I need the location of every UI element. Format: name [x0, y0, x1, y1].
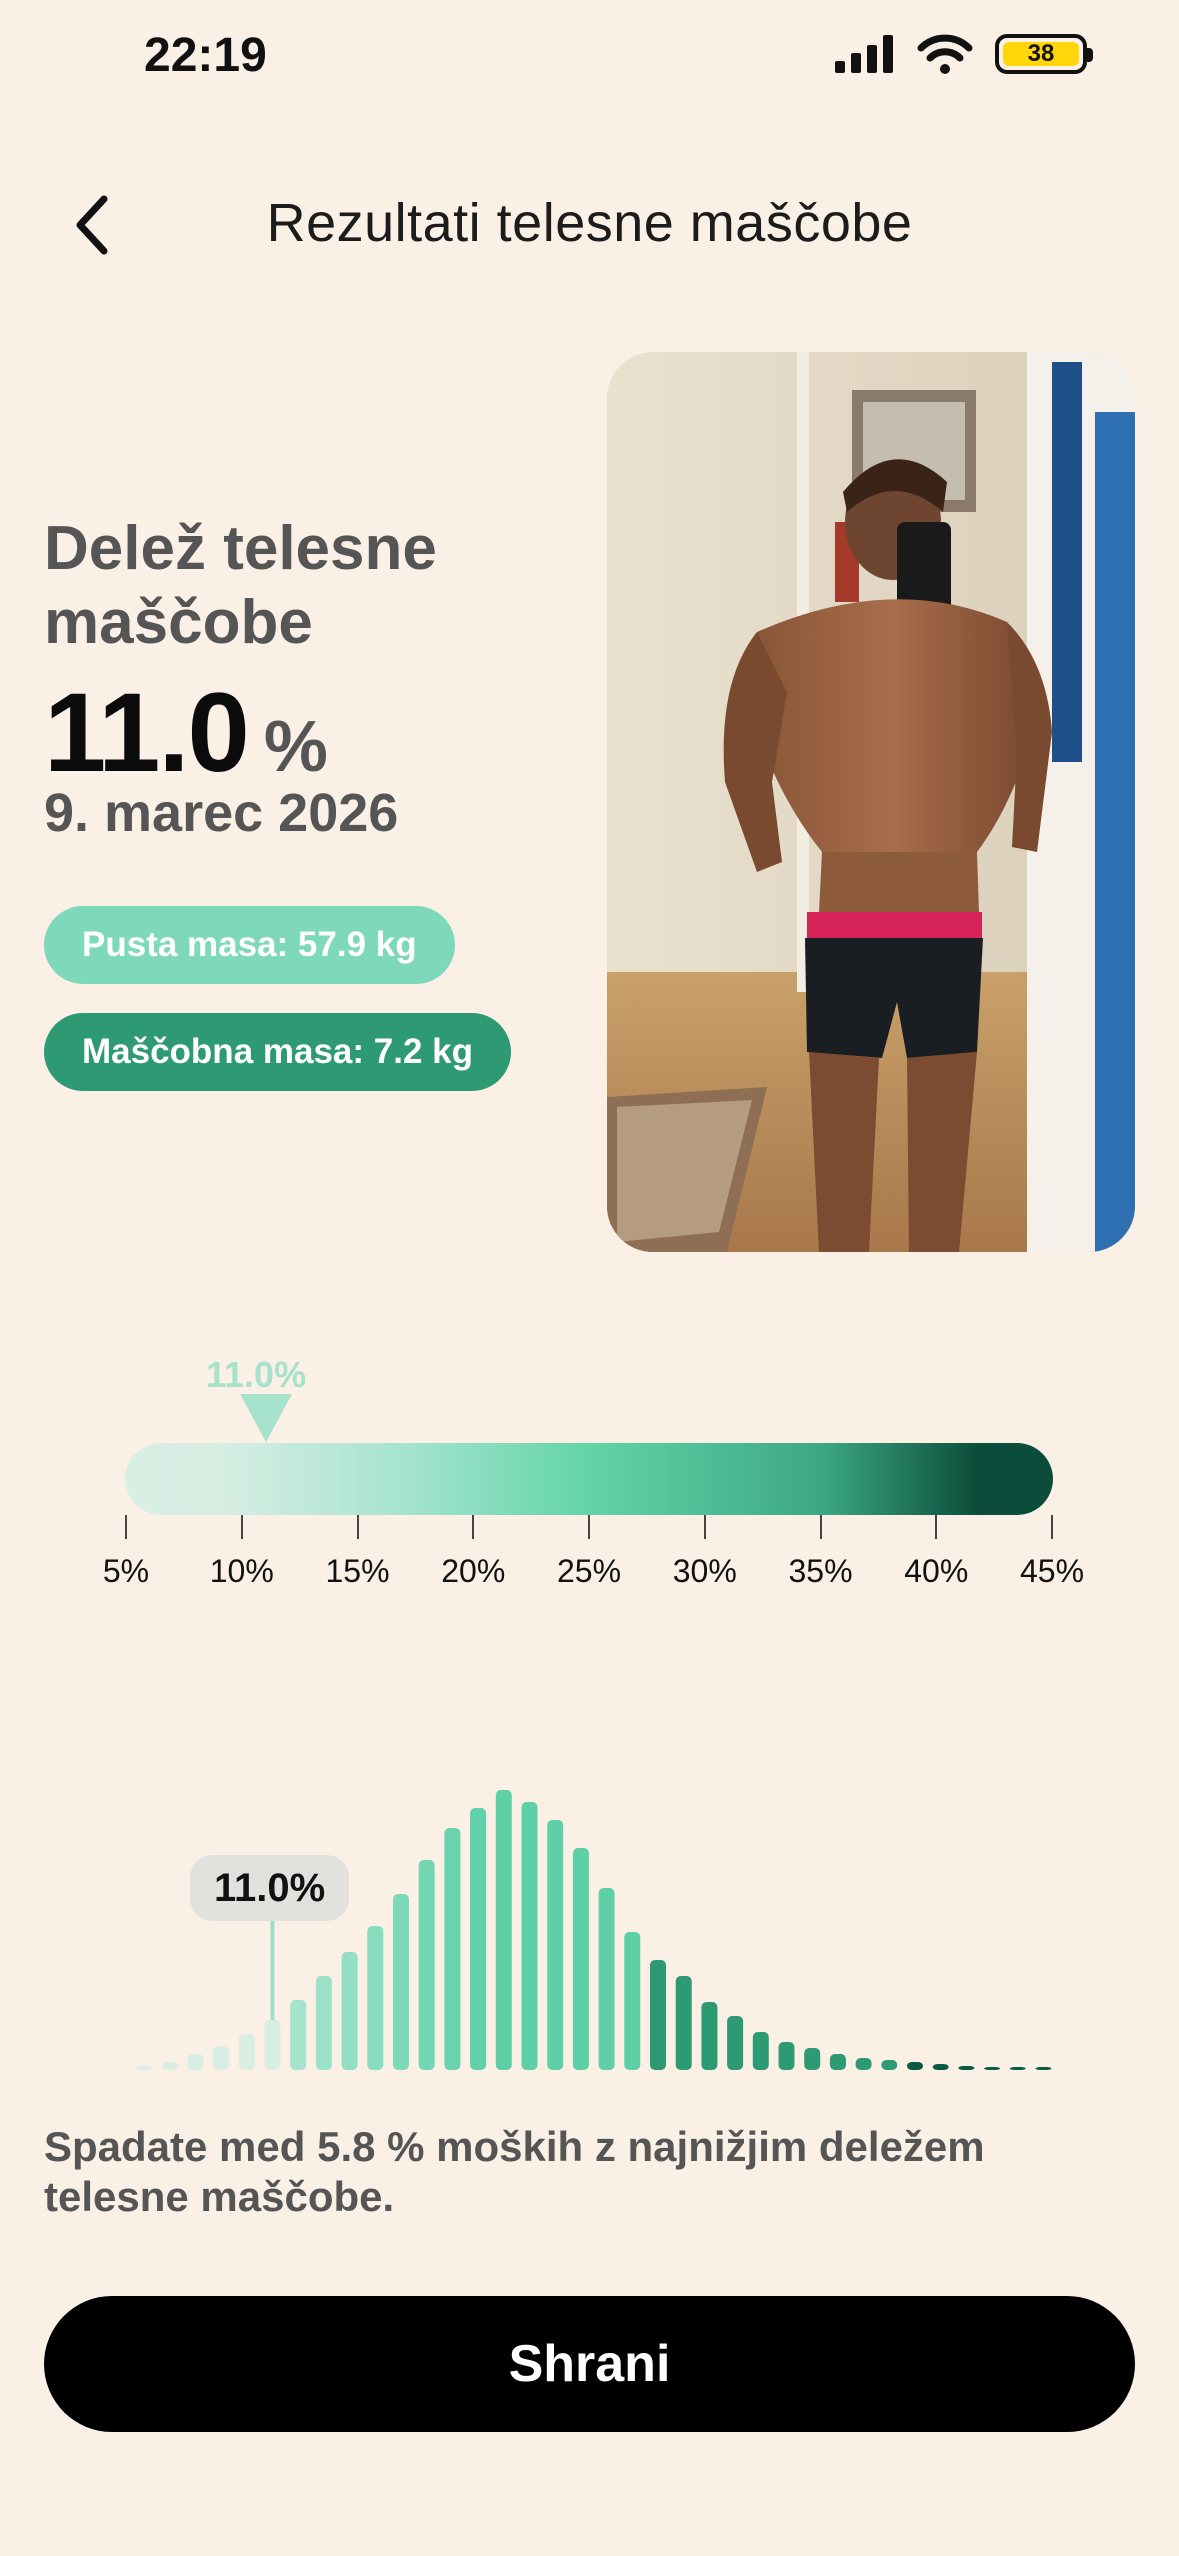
- histogram-bar: [495, 1790, 512, 2070]
- histogram-bar: [315, 1976, 332, 2070]
- histogram-bar: [161, 2062, 178, 2070]
- scale-tick-label: 5%: [102, 1553, 150, 1589]
- histogram-bar: [470, 1808, 487, 2070]
- body-fat-scale-bar: [125, 1443, 1053, 1515]
- histogram-bar: [213, 2046, 230, 2070]
- histogram-bar: [238, 2034, 255, 2070]
- scale-tick: [588, 1515, 590, 1539]
- status-icons: 38: [835, 34, 1093, 74]
- histogram-bar: [778, 2042, 795, 2070]
- scale-tick-label: 35%: [788, 1553, 853, 1589]
- histogram-bar: [727, 2016, 744, 2070]
- histogram-bar: [264, 2020, 281, 2070]
- histogram-bar: [881, 2060, 898, 2070]
- histogram-bar: [572, 1848, 589, 2070]
- result-label: Delež telesne maščobe: [44, 514, 437, 657]
- body-photo: [607, 352, 1135, 1252]
- histogram-bar: [804, 2048, 821, 2070]
- histogram-bar: [907, 2062, 923, 2070]
- fat-mass-badge: Maščobna masa: 7.2 kg: [44, 1013, 511, 1091]
- body-fat-value: 11.0: [44, 670, 250, 795]
- scale-tick-label: 40%: [904, 1553, 969, 1589]
- scale-tick: [240, 1515, 243, 1539]
- histogram-bar: [393, 1894, 409, 2070]
- histogram-marker-label: 11.0%: [190, 1855, 350, 1921]
- scale-tick: [703, 1515, 706, 1539]
- battery-icon: 38: [995, 34, 1093, 74]
- histogram-bar: [855, 2058, 872, 2070]
- histogram-bar: [136, 2066, 152, 2070]
- status-time: 22:19: [144, 29, 267, 82]
- histogram-bar: [829, 2054, 846, 2070]
- histogram-bar: [598, 1888, 615, 2070]
- lean-mass-badge: Pusta masa: 57.9 kg: [44, 906, 455, 984]
- histogram-bar: [418, 1860, 435, 2070]
- histogram-bar: [187, 2054, 204, 2070]
- histogram-bar: [547, 1820, 564, 2070]
- histogram-bar: [1009, 2067, 1026, 2070]
- histogram-bar: [932, 2064, 949, 2070]
- percentile-description: Spadate med 5.8 % moških z najnižjim del…: [44, 2123, 985, 2220]
- scale-tick: [472, 1515, 475, 1539]
- scale-tick-label: 25%: [556, 1553, 622, 1589]
- page-title: Rezultati telesne maščobe: [266, 193, 913, 253]
- histogram-bar: [984, 2067, 1001, 2070]
- save-button[interactable]: Shrani: [44, 2296, 1135, 2432]
- scale-tick-label: 30%: [672, 1553, 737, 1589]
- distribution-histogram: [136, 1790, 1052, 2070]
- scale-tick-label: 20%: [441, 1553, 506, 1589]
- histogram-bar: [650, 1960, 666, 2070]
- histogram-bar: [341, 1952, 358, 2070]
- result-date: 9. marec 2026: [44, 783, 399, 843]
- body-fat-unit: %: [263, 707, 328, 787]
- histogram-bar: [1035, 2067, 1052, 2070]
- histogram-bar: [958, 2066, 975, 2070]
- scale-tick-label: 10%: [209, 1553, 274, 1589]
- histogram-bar: [701, 2002, 718, 2070]
- histogram-bar: [752, 2032, 769, 2070]
- battery-level: 38: [1003, 40, 1079, 67]
- histogram-bar: [290, 2000, 307, 2070]
- scale-tick-label: 45%: [1019, 1553, 1085, 1589]
- scale-tick: [935, 1515, 938, 1539]
- scale-marker-label: 11.0%: [206, 1354, 307, 1395]
- scale-tick: [819, 1515, 822, 1539]
- signal-icon: [835, 35, 893, 73]
- scale-tick: [125, 1515, 127, 1539]
- result-value-row: 11.0 %: [44, 668, 328, 797]
- scale-tick: [1051, 1515, 1053, 1539]
- histogram-bar: [444, 1828, 461, 2070]
- scale-tick: [356, 1515, 359, 1539]
- histogram-bar: [521, 1802, 538, 2070]
- histogram-bar: [367, 1926, 384, 2070]
- scale-tick-label: 15%: [325, 1553, 390, 1589]
- histogram-bar: [624, 1932, 641, 2070]
- wifi-icon: [917, 34, 973, 74]
- histogram-bar: [675, 1976, 692, 2070]
- scale-marker-pointer: [240, 1394, 292, 1442]
